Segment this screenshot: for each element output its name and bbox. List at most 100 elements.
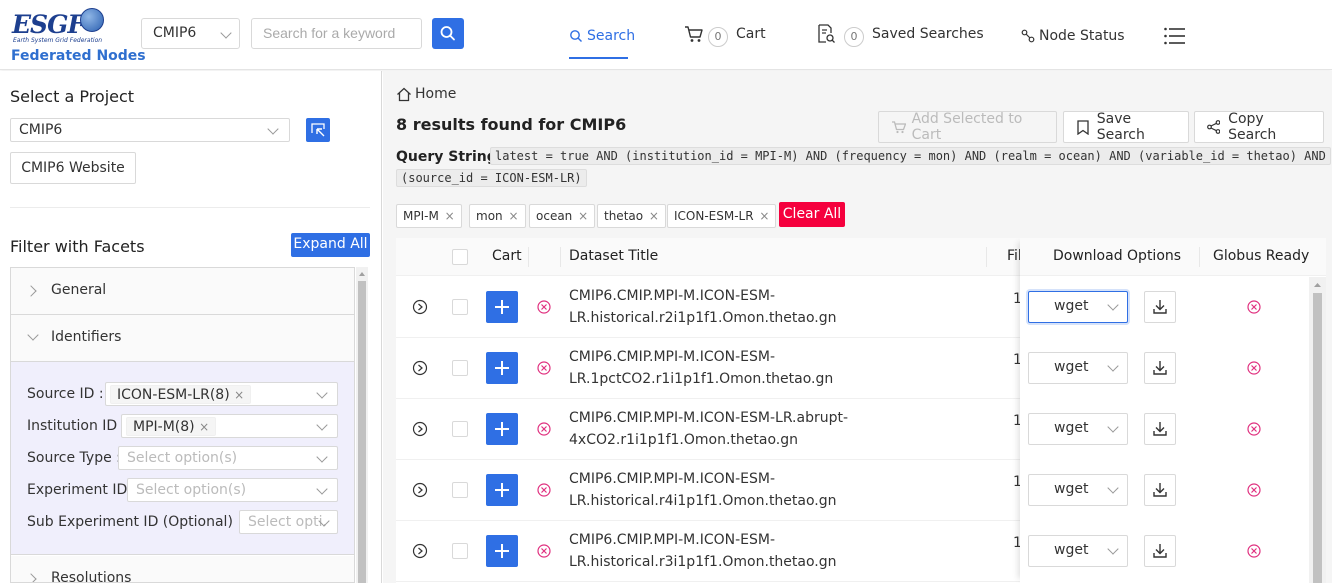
row-checkbox[interactable] xyxy=(452,543,468,559)
main-content: Home 8 results found for CMIP6 Add Selec… xyxy=(383,71,1332,583)
plus-icon xyxy=(495,483,509,497)
download-button[interactable] xyxy=(1144,413,1176,445)
source-id-tag[interactable]: ICON-ESM-LR(8) × xyxy=(110,385,252,404)
chevron-down-icon xyxy=(267,123,279,135)
add-to-cart-button[interactable] xyxy=(486,413,518,445)
copy-search-button[interactable]: Copy Search xyxy=(1194,111,1324,143)
close-icon[interactable]: × xyxy=(508,209,518,223)
query-string-label: Query String: xyxy=(396,149,503,165)
download-option-select[interactable]: wget xyxy=(1028,413,1128,445)
save-search-button[interactable]: Save Search xyxy=(1063,111,1189,143)
sub-experiment-select[interactable]: Select opti... xyxy=(239,510,338,534)
clear-all-button[interactable]: Clear All xyxy=(779,202,845,227)
scroll-up-arrow-icon[interactable] xyxy=(1309,279,1326,291)
close-icon[interactable]: × xyxy=(649,209,659,223)
facet-identifiers-label: Identifiers xyxy=(51,329,122,345)
add-to-cart-button[interactable] xyxy=(486,352,518,384)
menu-button[interactable] xyxy=(1164,27,1186,45)
expand-row-icon[interactable] xyxy=(412,482,428,498)
download-option-select[interactable]: wget xyxy=(1028,291,1128,323)
add-to-cart-button[interactable] xyxy=(486,291,518,323)
globus-not-ready-icon xyxy=(1247,483,1261,497)
add-to-cart-button[interactable] xyxy=(486,474,518,506)
chevron-down-icon xyxy=(316,483,328,495)
nav-cart[interactable]: 0 Cart xyxy=(684,24,766,47)
project-select[interactable]: CMIP6 xyxy=(141,18,240,49)
select-project-button[interactable] xyxy=(306,118,330,142)
sidebar-project-select[interactable]: CMIP6 xyxy=(10,118,290,142)
source-type-select[interactable]: Select option(s) xyxy=(118,446,338,470)
facets-scrollbar[interactable] xyxy=(356,267,368,583)
sub-experiment-label: Sub Experiment ID (Optional) i : xyxy=(27,514,263,531)
chevron-down-icon xyxy=(1107,482,1119,494)
table-scrollbar[interactable] xyxy=(1309,277,1326,583)
download-button[interactable] xyxy=(1144,352,1176,384)
facet-identifiers[interactable]: Identifiers xyxy=(11,315,354,362)
chevron-down-icon xyxy=(316,419,328,431)
not-in-cart-icon xyxy=(537,544,551,558)
save-search-label: Save Search xyxy=(1096,111,1145,143)
expand-row-icon[interactable] xyxy=(412,421,428,437)
download-button[interactable] xyxy=(1144,474,1176,506)
row-checkbox[interactable] xyxy=(452,421,468,437)
row-checkbox[interactable] xyxy=(452,299,468,315)
table-scroll-thumb[interactable] xyxy=(1313,293,1322,583)
facet-resolutions[interactable]: Resolutions xyxy=(11,556,354,582)
filter-chip[interactable]: thetao × xyxy=(597,204,666,228)
breadcrumb[interactable]: Home xyxy=(396,86,456,102)
select-all-checkbox[interactable] xyxy=(452,249,468,265)
download-option-select[interactable]: wget xyxy=(1028,474,1128,506)
nav-saved-searches[interactable]: 0 Saved Searches xyxy=(816,24,984,47)
download-button[interactable] xyxy=(1144,291,1176,323)
filter-chip[interactable]: ICON-ESM-LR × xyxy=(667,204,777,228)
expand-all-button[interactable]: Expand All xyxy=(291,233,370,257)
esgf-logo[interactable]: ESGF Earth System Grid Federation Federa… xyxy=(11,8,146,66)
facet-general[interactable]: General xyxy=(11,268,354,315)
tag-close-icon[interactable]: × xyxy=(199,420,209,434)
cart-count-badge: 0 xyxy=(708,27,728,47)
filter-chip[interactable]: MPI-M × xyxy=(396,204,462,228)
add-to-cart-button[interactable] xyxy=(486,535,518,567)
dataset-title: CMIP6.CMIP.MPI-M.ICON-ESM- LR.historical.… xyxy=(569,288,837,326)
facets-scroll-thumb[interactable] xyxy=(358,281,366,583)
chevron-down-icon xyxy=(27,329,39,341)
saved-search-icon xyxy=(818,24,835,43)
search-icon xyxy=(440,26,455,41)
expand-row-icon[interactable] xyxy=(412,299,428,315)
row-checkbox[interactable] xyxy=(452,360,468,376)
filter-chip[interactable]: mon × xyxy=(469,204,526,228)
keyword-search-button[interactable] xyxy=(432,18,464,49)
menu-list-icon xyxy=(1164,27,1185,45)
project-website-button[interactable]: CMIP6 Website xyxy=(10,152,136,184)
filter-chip[interactable]: ocean × xyxy=(529,204,596,228)
select-cursor-icon xyxy=(311,123,325,137)
close-icon[interactable]: × xyxy=(759,209,769,223)
cart-icon xyxy=(892,121,906,134)
nav-search[interactable]: Search xyxy=(569,26,635,46)
expand-row-icon[interactable] xyxy=(412,360,428,376)
expand-row-icon[interactable] xyxy=(412,543,428,559)
keyword-placeholder: Search for a keyword xyxy=(263,25,396,41)
tag-close-icon[interactable]: × xyxy=(234,388,244,402)
left-panel: Select a Project CMIP6 CMIP6 Website Fil… xyxy=(0,71,382,583)
logo-caption: Federated Nodes xyxy=(11,48,146,64)
facets-panel: General Identifiers Source ID : ICON-ESM… xyxy=(10,267,355,583)
header-cart: Cart xyxy=(492,248,522,264)
chevron-down-icon xyxy=(316,387,328,399)
nav-node-status[interactable]: Node Status xyxy=(1021,26,1125,46)
source-id-select[interactable]: ICON-ESM-LR(8) × xyxy=(105,382,338,406)
institution-id-select[interactable]: MPI-M(8) × xyxy=(121,414,338,438)
download-button[interactable] xyxy=(1144,535,1176,567)
institution-id-label: Institution ID : xyxy=(27,418,126,434)
institution-id-tag[interactable]: MPI-M(8) × xyxy=(126,417,217,436)
scroll-up-arrow-icon[interactable] xyxy=(356,269,368,279)
keyword-search-input[interactable]: Search for a keyword xyxy=(251,18,422,49)
add-selected-to-cart-button[interactable]: Add Selected to Cart xyxy=(878,111,1057,143)
download-option-select[interactable]: wget xyxy=(1028,352,1128,384)
download-option-select[interactable]: wget xyxy=(1028,535,1128,567)
experiment-id-select[interactable]: Select option(s) xyxy=(127,478,338,502)
close-icon[interactable]: × xyxy=(445,209,455,223)
row-checkbox[interactable] xyxy=(452,482,468,498)
globus-not-ready-icon xyxy=(1247,544,1261,558)
close-icon[interactable]: × xyxy=(578,209,588,223)
